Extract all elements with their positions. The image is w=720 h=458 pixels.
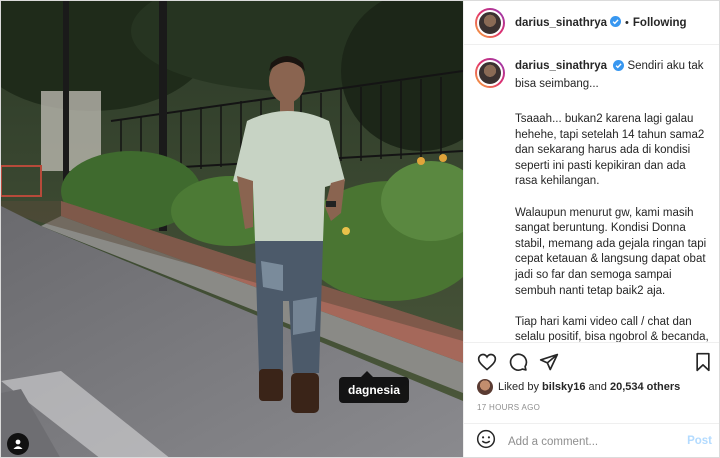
heart-icon[interactable] [476,351,498,373]
comment-icon[interactable] [507,351,529,373]
instagram-post-modal: dagnesia darius_sinathrya • Following da… [0,0,720,458]
caption-body: Tsaaah... bukan2 karena lagi galau heheh… [515,112,712,342]
smiley-icon[interactable] [476,429,496,454]
header-separator: • [625,16,629,29]
caption-username[interactable]: darius_sinathrya [515,60,607,72]
caption-scroll-area[interactable]: darius_sinathrya Sendiri aku tak bisa se… [464,56,719,342]
likes-others-link[interactable]: 20,534 others [610,381,680,393]
caption-header: darius_sinathrya Sendiri aku tak bisa se… [475,56,712,92]
likes-prefix: Liked by [498,381,539,393]
likes-and: and [588,381,607,393]
author-avatar[interactable] [475,7,505,38]
author-username[interactable]: darius_sinathrya [515,17,607,29]
likes-summary: Liked by bilsky16 and 20,534 others [477,379,680,395]
post-timestamp[interactable]: 17 HOURS AGO [477,403,540,412]
following-button[interactable]: Following [633,17,687,29]
bookmark-icon[interactable] [692,351,714,373]
caption-first-line: darius_sinathrya Sendiri aku tak bisa se… [515,58,711,92]
caption-author-avatar[interactable] [475,58,505,88]
liker-avatar[interactable] [477,379,493,395]
caption-paragraph: Tiap hari kami video call / chat dan sel… [515,315,709,342]
user-tag-icon[interactable] [7,433,29,455]
user-tag-bubble[interactable]: dagnesia [339,371,410,403]
caption-paragraph: Walaupun menurut gw, kami masih sangat b… [515,206,707,297]
post-header: darius_sinathrya • Following [464,1,719,45]
post-side-panel: darius_sinathrya • Following darius_sina… [463,1,719,457]
comment-bar: Post [464,423,719,457]
comment-input[interactable] [508,435,678,448]
post-photo[interactable]: dagnesia [1,1,463,457]
caption-paragraph: Tsaaah... bukan2 karena lagi galau heheh… [515,113,705,188]
action-bar [464,342,719,380]
verified-badge-icon [610,14,622,32]
post-comment-button[interactable]: Post [687,435,712,447]
verified-badge-icon [613,60,625,76]
paper-plane-icon[interactable] [538,351,560,373]
liker-username[interactable]: bilsky16 [542,381,585,393]
